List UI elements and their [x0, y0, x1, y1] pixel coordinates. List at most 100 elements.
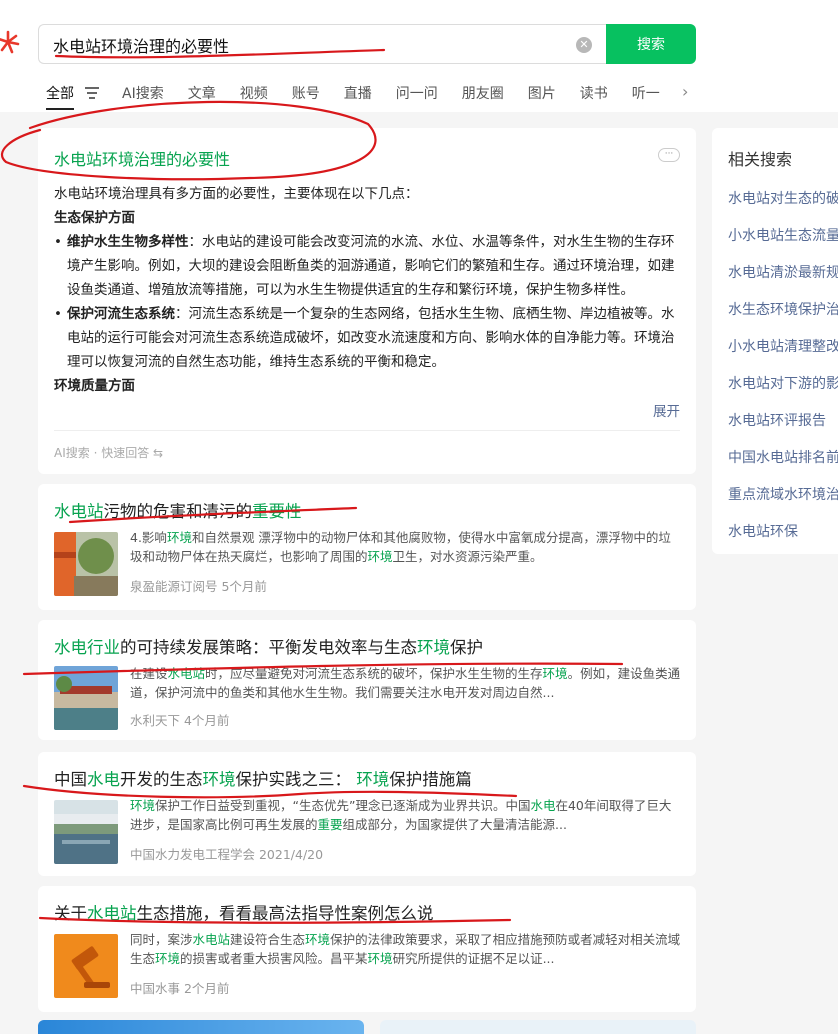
highlighted-keyword: 环境 — [166, 530, 192, 545]
ai-bullet: 保护河流生态系统：河流生态系统是一个复杂的生态网络，包括水生生物、底栖生物、岸边… — [54, 302, 684, 374]
result-title[interactable]: 水电站污物的危害和清污的重要性 — [54, 498, 302, 522]
related-searches-title: 相关搜索 — [728, 150, 793, 169]
chevron-right-icon[interactable]: › — [682, 82, 688, 101]
text-segment: 研究所提供的证据不足以证... — [392, 951, 555, 966]
text-segment: 中国 — [54, 770, 87, 789]
result-title[interactable]: 水电行业的可持续发展策略：平衡发电效率与生态环境保护 — [54, 634, 483, 658]
result-source: 中国水事 2个月前 — [130, 981, 230, 996]
highlighted-keyword: 环境 — [130, 798, 156, 813]
result-source: 泉盈能源订阅号 5个月前 — [130, 579, 267, 594]
highlighted-keyword: 水电站 — [87, 904, 137, 923]
text-segment: 保护实践之三： — [235, 770, 357, 789]
highlighted-keyword: 水电站 — [192, 932, 231, 947]
related-search-item[interactable]: 水电站对生态的破坏 — [728, 188, 838, 208]
result-image-banner[interactable] — [380, 1020, 696, 1034]
related-search-item[interactable]: 水电站环保 — [728, 521, 798, 541]
search-input[interactable] — [53, 33, 563, 57]
text-segment: 组成部分，为国家提供了大量清洁能源... — [342, 817, 567, 832]
text-segment: 保护措施篇 — [389, 770, 472, 789]
text-segment: 时，应尽量避免对河流生态系统的破坏，保护水生生物的生存 — [205, 666, 543, 681]
result-thumbnail[interactable] — [54, 934, 118, 998]
tab-live[interactable]: 直播 — [344, 83, 372, 103]
text-segment: 4.影响 — [130, 530, 167, 545]
highlighted-keyword: 水电站 — [54, 502, 104, 521]
result-thumbnail[interactable] — [54, 532, 118, 596]
related-search-item[interactable]: 小水电站清理整改 — [728, 336, 838, 356]
result-source: 中国水力发电工程学会 2021/4/20 — [130, 847, 324, 862]
result-snippet: 4.影响环境和自然景观 漂浮物中的动物尸体和其他腐败物，使得水中富氧成分提高，漂… — [130, 528, 682, 566]
ai-section-heading: 生态保护方面 — [54, 210, 135, 226]
related-search-item[interactable]: 水电站对下游的影响 — [728, 373, 838, 393]
result-snippet: 环境保护工作日益受到重视，“生态优先”理念已逐渐成为业界共识。中国水电在40年间… — [130, 796, 682, 834]
text-segment: 保护 — [450, 638, 483, 657]
ai-bullet-head: 保护河流生态系统 — [67, 306, 175, 322]
top-bar: ✕ 搜索 全部 AI搜索 文章 视频 账号 直播 问一问 朋友圈 图片 读书 听… — [0, 0, 838, 112]
highlighted-keyword: 重要性 — [252, 502, 302, 521]
more-options-icon[interactable]: ··· — [658, 148, 680, 162]
text-segment: 建设符合生态 — [230, 932, 306, 947]
result-card[interactable]: 水电站污物的危害和清污的重要性 4.影响环境和自然景观 漂浮物中的动物尸体和其他… — [38, 484, 696, 610]
highlighted-keyword: 环境 — [542, 666, 568, 681]
result-thumbnail[interactable] — [54, 666, 118, 730]
tab-all[interactable]: 全部 — [46, 83, 74, 110]
result-snippet: 在建设水电站时，应尽量避免对河流生态系统的破坏，保护水生生物的生存环境。例如，建… — [130, 664, 682, 702]
ai-answer-card: 水电站环境治理的必要性 ··· 水电站环境治理具有多方面的必要性，主要体现在以下… — [38, 128, 696, 474]
highlighted-keyword: 水电行业 — [54, 638, 120, 657]
tab-moments[interactable]: 朋友圈 — [462, 83, 504, 103]
text-segment: 关于 — [54, 904, 87, 923]
result-image-banner[interactable] — [38, 1020, 364, 1034]
text-segment: 卫生，对水资源污染严重。 — [392, 549, 543, 564]
tab-articles[interactable]: 文章 — [188, 83, 216, 103]
tab-videos[interactable]: 视频 — [240, 83, 268, 103]
search-button[interactable]: 搜索 — [606, 24, 696, 64]
expand-link[interactable]: 展开 — [653, 400, 680, 420]
highlighted-keyword: 环境 — [305, 932, 331, 947]
tab-bar: 全部 AI搜索 文章 视频 账号 直播 问一问 朋友圈 图片 读书 听一 — [46, 80, 684, 110]
sogou-logo-icon[interactable] — [0, 28, 22, 56]
highlighted-keyword: 水电站 — [167, 666, 206, 681]
result-source: 水利天下 4个月前 — [130, 713, 230, 728]
text-segment: 的损害或者重大损害风险。昌平某 — [180, 951, 368, 966]
result-thumbnail[interactable] — [54, 800, 118, 864]
filter-icon[interactable] — [84, 86, 100, 100]
ai-bullet: 维护水生生物多样性：水电站的建设可能会改变河流的水流、水位、水温等条件，对水生生… — [54, 230, 684, 302]
related-search-item[interactable]: 小水电站生态流量 — [728, 225, 838, 245]
text-segment: 保护工作日益受到重视，“生态优先”理念已逐渐成为业界共识。中国 — [155, 798, 531, 813]
result-card[interactable]: 中国水电开发的生态环境保护实践之三： 环境保护措施篇 环境保护工作日益受到重视，… — [38, 752, 696, 876]
related-search-item[interactable]: 重点流域水环境治理 — [728, 484, 838, 504]
text-segment: 同时，案涉 — [130, 932, 193, 947]
divider — [54, 430, 680, 431]
tab-accounts[interactable]: 账号 — [292, 83, 320, 103]
ai-footer: AI搜索 · 快速回答 ⇆ — [54, 446, 164, 460]
highlighted-keyword: 水电 — [530, 798, 556, 813]
text-segment: 在建设 — [130, 666, 168, 681]
result-card[interactable]: 关于水电站生态措施，看看最高法指导性案例怎么说 同时，案涉水电站建设符合生态环境… — [38, 886, 696, 1012]
text-segment: 生态措施，看看最高法指导性案例怎么说 — [136, 904, 434, 923]
highlighted-keyword: 环境 — [356, 770, 390, 789]
clear-icon[interactable]: ✕ — [576, 37, 592, 53]
related-search-item[interactable]: 水生态环境保护治理 — [728, 299, 838, 319]
result-title[interactable]: 关于水电站生态措施，看看最高法指导性案例怎么说 — [54, 900, 434, 924]
tab-listen[interactable]: 听一 — [632, 83, 660, 103]
related-search-item[interactable]: 中国水电站排名前十 — [728, 447, 838, 467]
tab-ask[interactable]: 问一问 — [396, 83, 438, 103]
result-snippet: 同时，案涉水电站建设符合生态环境保护的法律政策要求，采取了相应措施预防或者减轻对… — [130, 930, 682, 968]
related-searches-panel: 相关搜索 水电站对生态的破坏 小水电站生态流量 水电站清淤最新规定 水生态环境保… — [712, 128, 838, 554]
tab-books[interactable]: 读书 — [580, 83, 608, 103]
related-search-item[interactable]: 水电站环评报告 — [728, 410, 826, 430]
related-search-item[interactable]: 水电站清淤最新规定 — [728, 262, 838, 282]
ai-bullet-head: 维护水生生物多样性 — [67, 234, 189, 250]
highlighted-keyword: 重要 — [317, 817, 343, 832]
search-box: ✕ — [38, 24, 608, 64]
result-title[interactable]: 中国水电开发的生态环境保护实践之三： 环境保护措施篇 — [54, 766, 472, 790]
tab-images[interactable]: 图片 — [528, 83, 556, 103]
ai-section-heading: 环境质量方面 — [54, 378, 135, 394]
highlighted-keyword: 环境 — [367, 549, 393, 564]
ai-answer-title[interactable]: 水电站环境治理的必要性 — [54, 146, 230, 170]
highlighted-keyword: 环境 — [417, 638, 450, 657]
result-card[interactable]: 水电行业的可持续发展策略：平衡发电效率与生态环境保护 在建设水电站时，应尽量避免… — [38, 620, 696, 740]
text-segment: 污物的危害和清污的 — [103, 502, 253, 521]
highlighted-keyword: 水电 — [87, 770, 120, 789]
tab-ai-search[interactable]: AI搜索 — [122, 83, 164, 103]
highlighted-keyword: 环境 — [367, 951, 393, 966]
